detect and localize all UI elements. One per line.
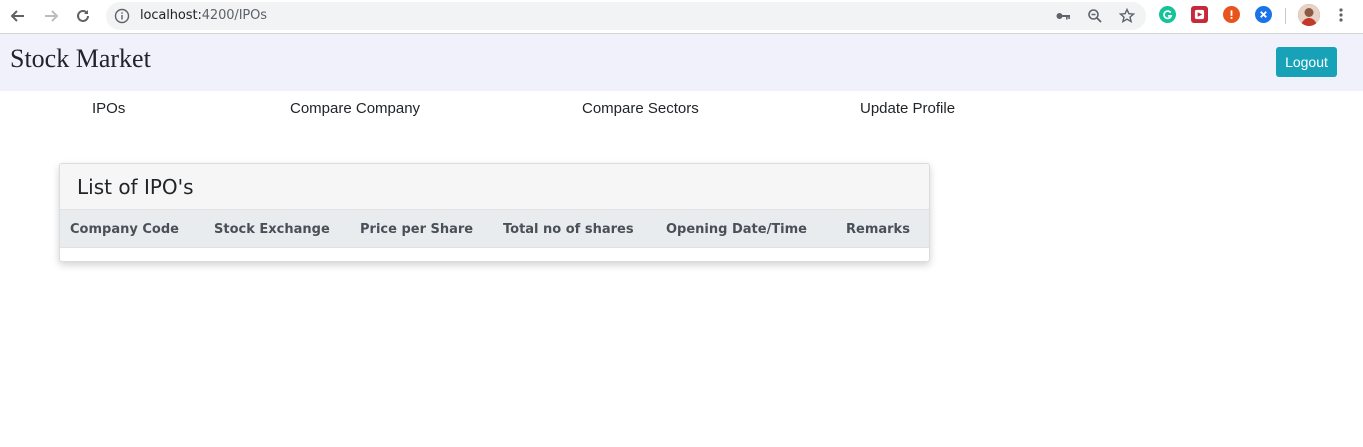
zoom-out-icon[interactable]	[1086, 7, 1104, 25]
column-header-company-code: Company Code	[70, 222, 179, 237]
main-nav: IPOs Compare Company Compare Sectors Upd…	[0, 91, 1363, 125]
column-header-total-shares: Total no of shares	[503, 222, 634, 237]
media-extension-icon[interactable]	[1191, 6, 1208, 23]
reload-icon[interactable]	[71, 5, 95, 27]
url-host: localhost:	[140, 8, 202, 23]
ipo-table-header: Company Code Stock Exchange Price per Sh…	[60, 210, 929, 248]
column-header-stock-exchange: Stock Exchange	[214, 222, 330, 237]
blue-extension-icon[interactable]	[1255, 6, 1272, 23]
forward-arrow-icon[interactable]	[39, 5, 63, 27]
logout-button[interactable]: Logout	[1276, 47, 1337, 77]
url-path: 4200/IPOs	[201, 8, 267, 23]
card-header: List of IPO's	[60, 164, 929, 210]
profile-avatar[interactable]	[1298, 4, 1320, 26]
column-header-price-per-share: Price per Share	[360, 222, 474, 237]
more-menu-icon[interactable]	[1334, 6, 1348, 24]
card-title: List of IPO's	[77, 175, 194, 199]
key-icon[interactable]	[1054, 7, 1072, 25]
column-header-opening-date: Opening Date/Time	[666, 222, 808, 237]
alert-extension-icon[interactable]	[1223, 6, 1240, 23]
nav-link-compare-company[interactable]: Compare Company	[290, 100, 420, 117]
brand-title[interactable]: Stock Market	[10, 44, 151, 74]
back-arrow-icon[interactable]	[6, 5, 30, 27]
column-header-remarks: Remarks	[846, 222, 910, 237]
url-text: localhost:4200/IPOs	[140, 8, 267, 23]
address-bar[interactable]: localhost:4200/IPOs	[106, 2, 1146, 30]
app-header: Stock Market Logout	[0, 34, 1363, 91]
nav-link-compare-sectors[interactable]: Compare Sectors	[582, 100, 699, 117]
browser-toolbar: localhost:4200/IPOs	[0, 0, 1363, 34]
grammarly-extension-icon[interactable]	[1159, 6, 1176, 23]
nav-link-ipos[interactable]: IPOs	[92, 100, 125, 117]
info-icon[interactable]	[114, 8, 130, 29]
nav-link-update-profile[interactable]: Update Profile	[860, 100, 955, 117]
star-icon[interactable]	[1118, 7, 1136, 25]
toolbar-divider	[1285, 8, 1286, 24]
ipo-list-card: List of IPO's Company Code Stock Exchang…	[59, 163, 930, 262]
